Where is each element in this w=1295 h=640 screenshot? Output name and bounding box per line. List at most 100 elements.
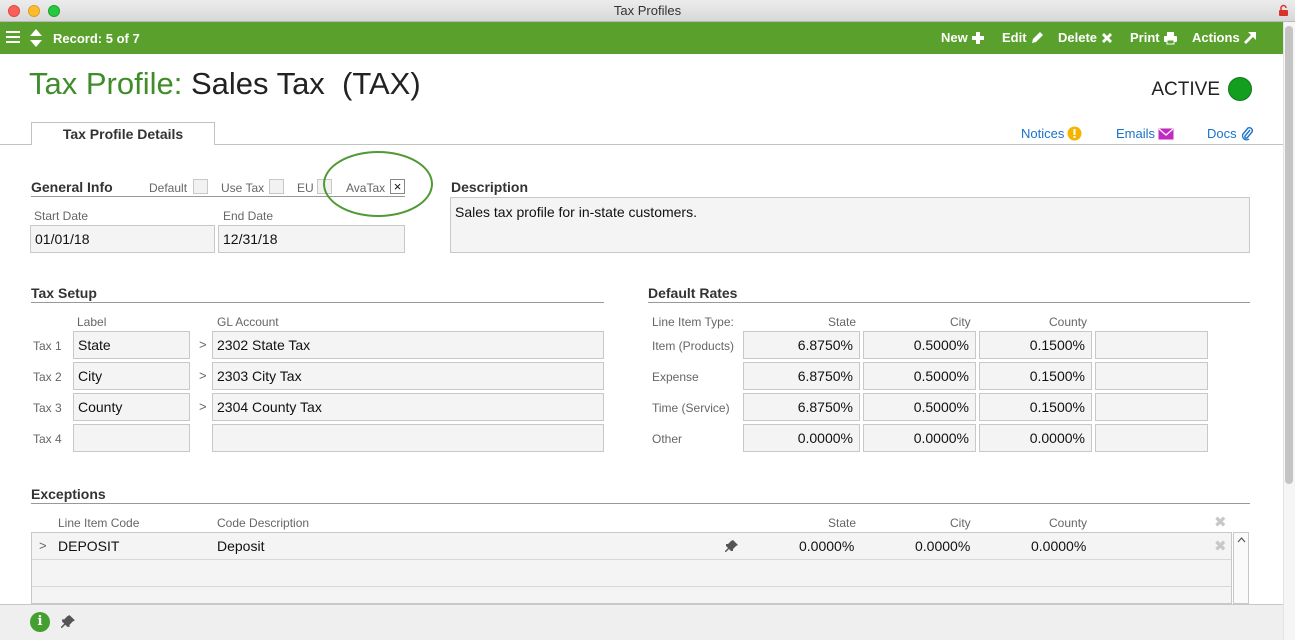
rate-extra-field[interactable]	[1095, 424, 1208, 452]
tax-1-label-field[interactable]: State	[73, 331, 190, 359]
avatax-highlight-circle	[323, 151, 433, 217]
default-rates-rule	[648, 302, 1250, 303]
record-counter: Record: 5 of 7	[53, 31, 140, 46]
tax-2-gl-arrow-icon[interactable]: >	[199, 368, 207, 383]
chevron-up-icon[interactable]	[1237, 537, 1246, 543]
delete-row-x-icon[interactable]: ✖	[1214, 537, 1227, 555]
end-date-field[interactable]: 12/31/18	[218, 225, 405, 253]
rate-type-label: Item (Products)	[652, 339, 735, 353]
description-field[interactable]: Sales tax profile for in-state customers…	[450, 197, 1250, 253]
zoom-window-button[interactable]	[48, 5, 60, 17]
window-titlebar: Tax Profiles	[0, 0, 1295, 22]
table-row[interactable]	[32, 560, 1231, 587]
print-button[interactable]: Print	[1130, 30, 1178, 45]
delete-all-x-icon[interactable]: ✖	[1214, 513, 1227, 531]
x-icon	[1102, 32, 1113, 43]
eu-label: EU	[297, 181, 314, 195]
exception-city-rate: 0.0000%	[915, 538, 971, 554]
exceptions-table: > DEPOSIT Deposit 0.0000% 0.0000% 0.0000…	[31, 532, 1232, 604]
print-button-label: Print	[1130, 30, 1160, 45]
rate-county-field[interactable]: 0.1500%	[979, 331, 1092, 359]
tax-setup-rule	[31, 302, 604, 303]
rate-type-label: Time (Service)	[652, 401, 730, 415]
rate-extra-field[interactable]	[1095, 331, 1208, 359]
rate-county-field[interactable]: 0.1500%	[979, 393, 1092, 421]
tax-setup-heading: Tax Setup	[31, 285, 97, 301]
tax-3-gl-arrow-icon[interactable]: >	[199, 399, 207, 414]
info-icon[interactable]: i	[30, 612, 50, 632]
exception-row-arrow-icon[interactable]: >	[39, 538, 47, 553]
rate-extra-field[interactable]	[1095, 362, 1208, 390]
exceptions-rule	[31, 503, 1250, 504]
docs-link-label: Docs	[1207, 126, 1237, 141]
start-date-label: Start Date	[34, 209, 89, 223]
rate-county-column-header: County	[1049, 315, 1088, 329]
status-indicator-icon	[1228, 77, 1252, 101]
start-date-field[interactable]: 01/01/18	[30, 225, 215, 253]
default-rates-heading: Default Rates	[648, 285, 738, 301]
gl-account-column-header: GL Account	[217, 315, 279, 329]
exception-state-rate: 0.0000%	[799, 538, 855, 554]
tax-2-gl-account-field[interactable]: 2303 City Tax	[212, 362, 604, 390]
hamburger-menu-icon[interactable]	[6, 31, 20, 44]
window-title: Tax Profiles	[613, 3, 682, 18]
rate-state-field[interactable]: 6.8750%	[743, 362, 860, 390]
emails-link-label: Emails	[1116, 126, 1156, 141]
delete-button-label: Delete	[1058, 30, 1098, 45]
line-item-type-column-header: Line Item Type:	[652, 315, 734, 329]
footer-bar	[0, 604, 1283, 640]
exception-county-rate: 0.0000%	[1031, 538, 1087, 554]
table-row[interactable]: > DEPOSIT Deposit 0.0000% 0.0000% 0.0000…	[32, 533, 1231, 560]
tax-3-label-field[interactable]: County	[73, 393, 190, 421]
tab-tax-profile-details[interactable]: Tax Profile Details	[31, 122, 215, 145]
emails-link[interactable]: Emails	[1116, 126, 1174, 141]
exception-county-column-header: County	[1049, 516, 1088, 530]
printer-icon	[1163, 31, 1177, 44]
notices-link[interactable]: Notices	[1021, 126, 1082, 141]
table-row[interactable]	[32, 587, 1231, 603]
exception-city-column-header: City	[950, 516, 971, 530]
envelope-icon	[1158, 128, 1174, 139]
pin-icon[interactable]	[61, 614, 76, 629]
record-navigator-icon[interactable]	[29, 28, 43, 48]
tax-1-gl-arrow-icon[interactable]: >	[199, 337, 207, 352]
rate-city-field[interactable]: 0.5000%	[863, 393, 976, 421]
close-window-button[interactable]	[8, 5, 20, 17]
minimize-window-button[interactable]	[28, 5, 40, 17]
new-button[interactable]: New	[941, 30, 985, 45]
docs-link[interactable]: Docs	[1207, 126, 1254, 141]
tax-4-label-field[interactable]	[73, 424, 190, 452]
new-button-label: New	[941, 30, 968, 45]
plus-icon	[971, 31, 984, 44]
tax-4-label: Tax 4	[33, 432, 62, 446]
rate-state-field[interactable]: 0.0000%	[743, 424, 860, 452]
rate-state-field[interactable]: 6.8750%	[743, 331, 860, 359]
rate-city-field[interactable]: 0.0000%	[863, 424, 976, 452]
tax-2-label-field[interactable]: City	[73, 362, 190, 390]
lock-icon[interactable]	[1278, 4, 1289, 17]
general-info-heading: General Info	[31, 179, 113, 195]
tax-1-gl-account-field[interactable]: 2302 State Tax	[212, 331, 604, 359]
exceptions-scrollbar[interactable]	[1233, 532, 1249, 604]
tax-4-gl-account-field[interactable]	[212, 424, 604, 452]
tax-label-column-header: Label	[77, 315, 107, 329]
rate-extra-field[interactable]	[1095, 393, 1208, 421]
use-tax-checkbox[interactable]	[269, 179, 284, 194]
tax-2-label: Tax 2	[33, 370, 62, 384]
tax-3-gl-account-field[interactable]: 2304 County Tax	[212, 393, 604, 421]
default-checkbox[interactable]	[193, 179, 208, 194]
rate-state-column-header: State	[828, 315, 857, 329]
rate-county-field[interactable]: 0.1500%	[979, 362, 1092, 390]
rate-state-field[interactable]: 6.8750%	[743, 393, 860, 421]
window-scrollbar-thumb[interactable]	[1285, 26, 1293, 484]
exception-code-column-header: Line Item Code	[58, 516, 140, 530]
rate-county-field[interactable]: 0.0000%	[979, 424, 1092, 452]
edit-button-label: Edit	[1002, 30, 1027, 45]
edit-button[interactable]: Edit	[1002, 30, 1044, 45]
delete-button[interactable]: Delete	[1058, 30, 1114, 45]
description-heading: Description	[451, 179, 529, 195]
rate-city-field[interactable]: 0.5000%	[863, 362, 976, 390]
pin-icon[interactable]	[725, 539, 739, 553]
actions-button[interactable]: Actions	[1192, 30, 1257, 45]
rate-city-field[interactable]: 0.5000%	[863, 331, 976, 359]
